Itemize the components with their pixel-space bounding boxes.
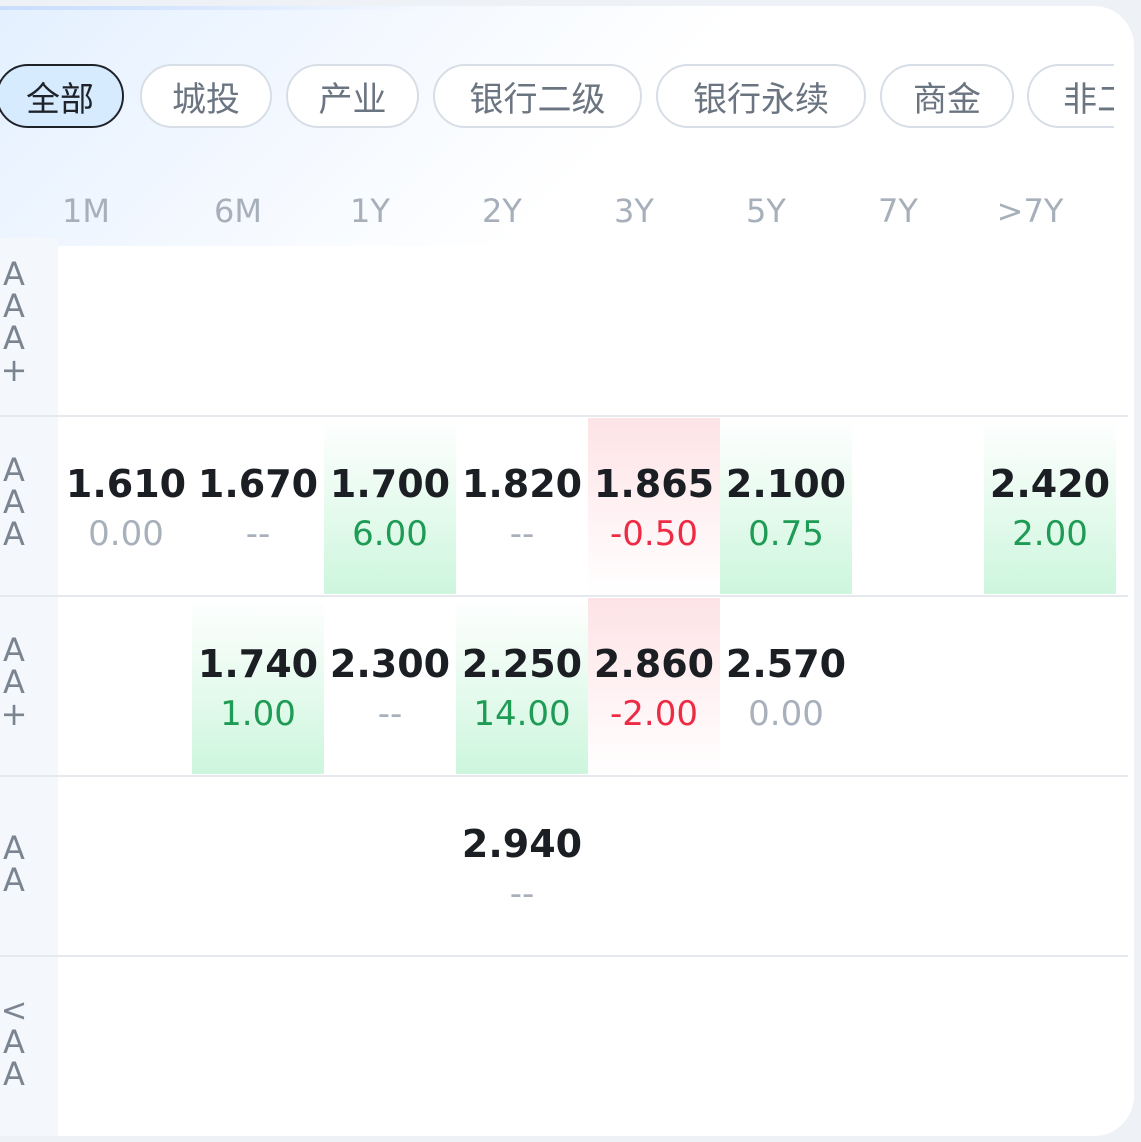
- row-divider: [0, 595, 1128, 597]
- yield-change: 2.00: [1012, 514, 1088, 554]
- tab-3[interactable]: 银行二级: [433, 64, 642, 128]
- yield-value: 1.610: [65, 462, 187, 506]
- row-label-char: A: [3, 1023, 25, 1061]
- yield-cell[interactable]: 1.670 --: [192, 418, 324, 594]
- tab-1[interactable]: 城投: [140, 64, 272, 128]
- column-header-1[interactable]: 6M: [172, 192, 304, 232]
- yield-change: -0.50: [610, 514, 698, 554]
- row-label-1: AAA: [0, 454, 28, 550]
- row-label-3: AA: [0, 832, 28, 896]
- column-header-7[interactable]: >7Y: [964, 192, 1096, 232]
- yield-value: 2.570: [725, 642, 847, 686]
- row-label-0: A A A +: [0, 258, 28, 386]
- row-label-4: < A A: [0, 994, 28, 1090]
- yield-value: 2.860: [593, 642, 715, 686]
- row-label-char: A: [3, 255, 25, 293]
- yield-cell[interactable]: 2.100 0.75: [720, 418, 852, 594]
- yield-change: 6.00: [352, 514, 428, 554]
- row-label-char: A: [3, 829, 25, 867]
- yield-change: 0.00: [748, 694, 824, 734]
- yield-value: 2.940: [461, 822, 583, 866]
- column-header-3[interactable]: 2Y: [436, 192, 568, 232]
- yield-change: 14.00: [473, 694, 571, 734]
- row-label-char: A: [3, 287, 25, 325]
- yield-value: 1.740: [197, 642, 319, 686]
- yield-cell[interactable]: 1.820 --: [456, 418, 588, 594]
- row-label-char: +: [0, 695, 28, 733]
- yield-value: 2.300: [329, 642, 451, 686]
- yield-change: --: [509, 514, 535, 554]
- row-label-char: A: [3, 631, 25, 669]
- yield-cell[interactable]: 1.610 0.00: [60, 418, 192, 594]
- yield-value: 2.420: [989, 462, 1111, 506]
- yield-change: --: [509, 874, 535, 914]
- row-label-char: A: [3, 451, 25, 489]
- yield-change: --: [377, 694, 403, 734]
- yield-cell[interactable]: 2.570 0.00: [720, 598, 852, 774]
- yield-value: 1.670: [197, 462, 319, 506]
- column-header-6[interactable]: 7Y: [832, 192, 964, 232]
- row-label-char: A: [3, 515, 25, 553]
- yield-cell[interactable]: 2.940 --: [456, 778, 588, 954]
- tab-5[interactable]: 商金: [880, 64, 1014, 128]
- yield-value: 1.820: [461, 462, 583, 506]
- yield-cell[interactable]: 1.740 1.00: [192, 598, 324, 774]
- column-header-2[interactable]: 1Y: [304, 192, 436, 232]
- yield-cell[interactable]: 2.300 --: [324, 598, 456, 774]
- row-divider: [0, 415, 1128, 417]
- yield-value: 2.100: [725, 462, 847, 506]
- yield-cell[interactable]: 2.420 2.00: [984, 418, 1116, 594]
- column-header-5[interactable]: 5Y: [700, 192, 832, 232]
- top-accent-line: [0, 6, 420, 10]
- tab-2[interactable]: 产业: [286, 64, 419, 128]
- row-label-2: A A +: [0, 634, 28, 730]
- yield-change: -2.00: [610, 694, 698, 734]
- tab-6[interactable]: 非二: [1027, 64, 1114, 128]
- column-header-4[interactable]: 3Y: [568, 192, 700, 232]
- yield-change: 0.00: [88, 514, 164, 554]
- category-tabs: 全部城投产业银行二级银行永续商金非二: [0, 58, 1114, 138]
- yield-cell[interactable]: 2.860 -2.00: [588, 598, 720, 774]
- row-label-char: A: [3, 861, 25, 899]
- row-label-char: A: [3, 319, 25, 357]
- yield-value: 1.700: [329, 462, 451, 506]
- tab-4[interactable]: 银行永续: [656, 64, 866, 128]
- tab-0[interactable]: 全部: [0, 64, 124, 128]
- yield-change: 1.00: [220, 694, 296, 734]
- row-divider: [0, 775, 1128, 777]
- yield-cell[interactable]: 1.865 -0.50: [588, 418, 720, 594]
- row-divider: [0, 955, 1128, 957]
- yield-cell[interactable]: 1.700 6.00: [324, 418, 456, 594]
- yield-cell[interactable]: 2.250 14.00: [456, 598, 588, 774]
- row-label-char: <: [0, 991, 28, 1029]
- yield-value: 2.250: [461, 642, 583, 686]
- row-label-char: +: [0, 351, 28, 389]
- yield-change: 0.75: [748, 514, 824, 554]
- yield-value: 1.865: [593, 462, 715, 506]
- row-label-char: A: [3, 483, 25, 521]
- yield-change: --: [245, 514, 271, 554]
- yield-matrix-card: 全部城投产业银行二级银行永续商金非二 1M6M1Y2Y3Y5Y7Y>7Y AAA…: [0, 6, 1134, 1136]
- column-header-0[interactable]: 1M: [20, 192, 152, 232]
- row-label-char: A: [3, 1055, 25, 1093]
- row-label-char: A: [3, 663, 25, 701]
